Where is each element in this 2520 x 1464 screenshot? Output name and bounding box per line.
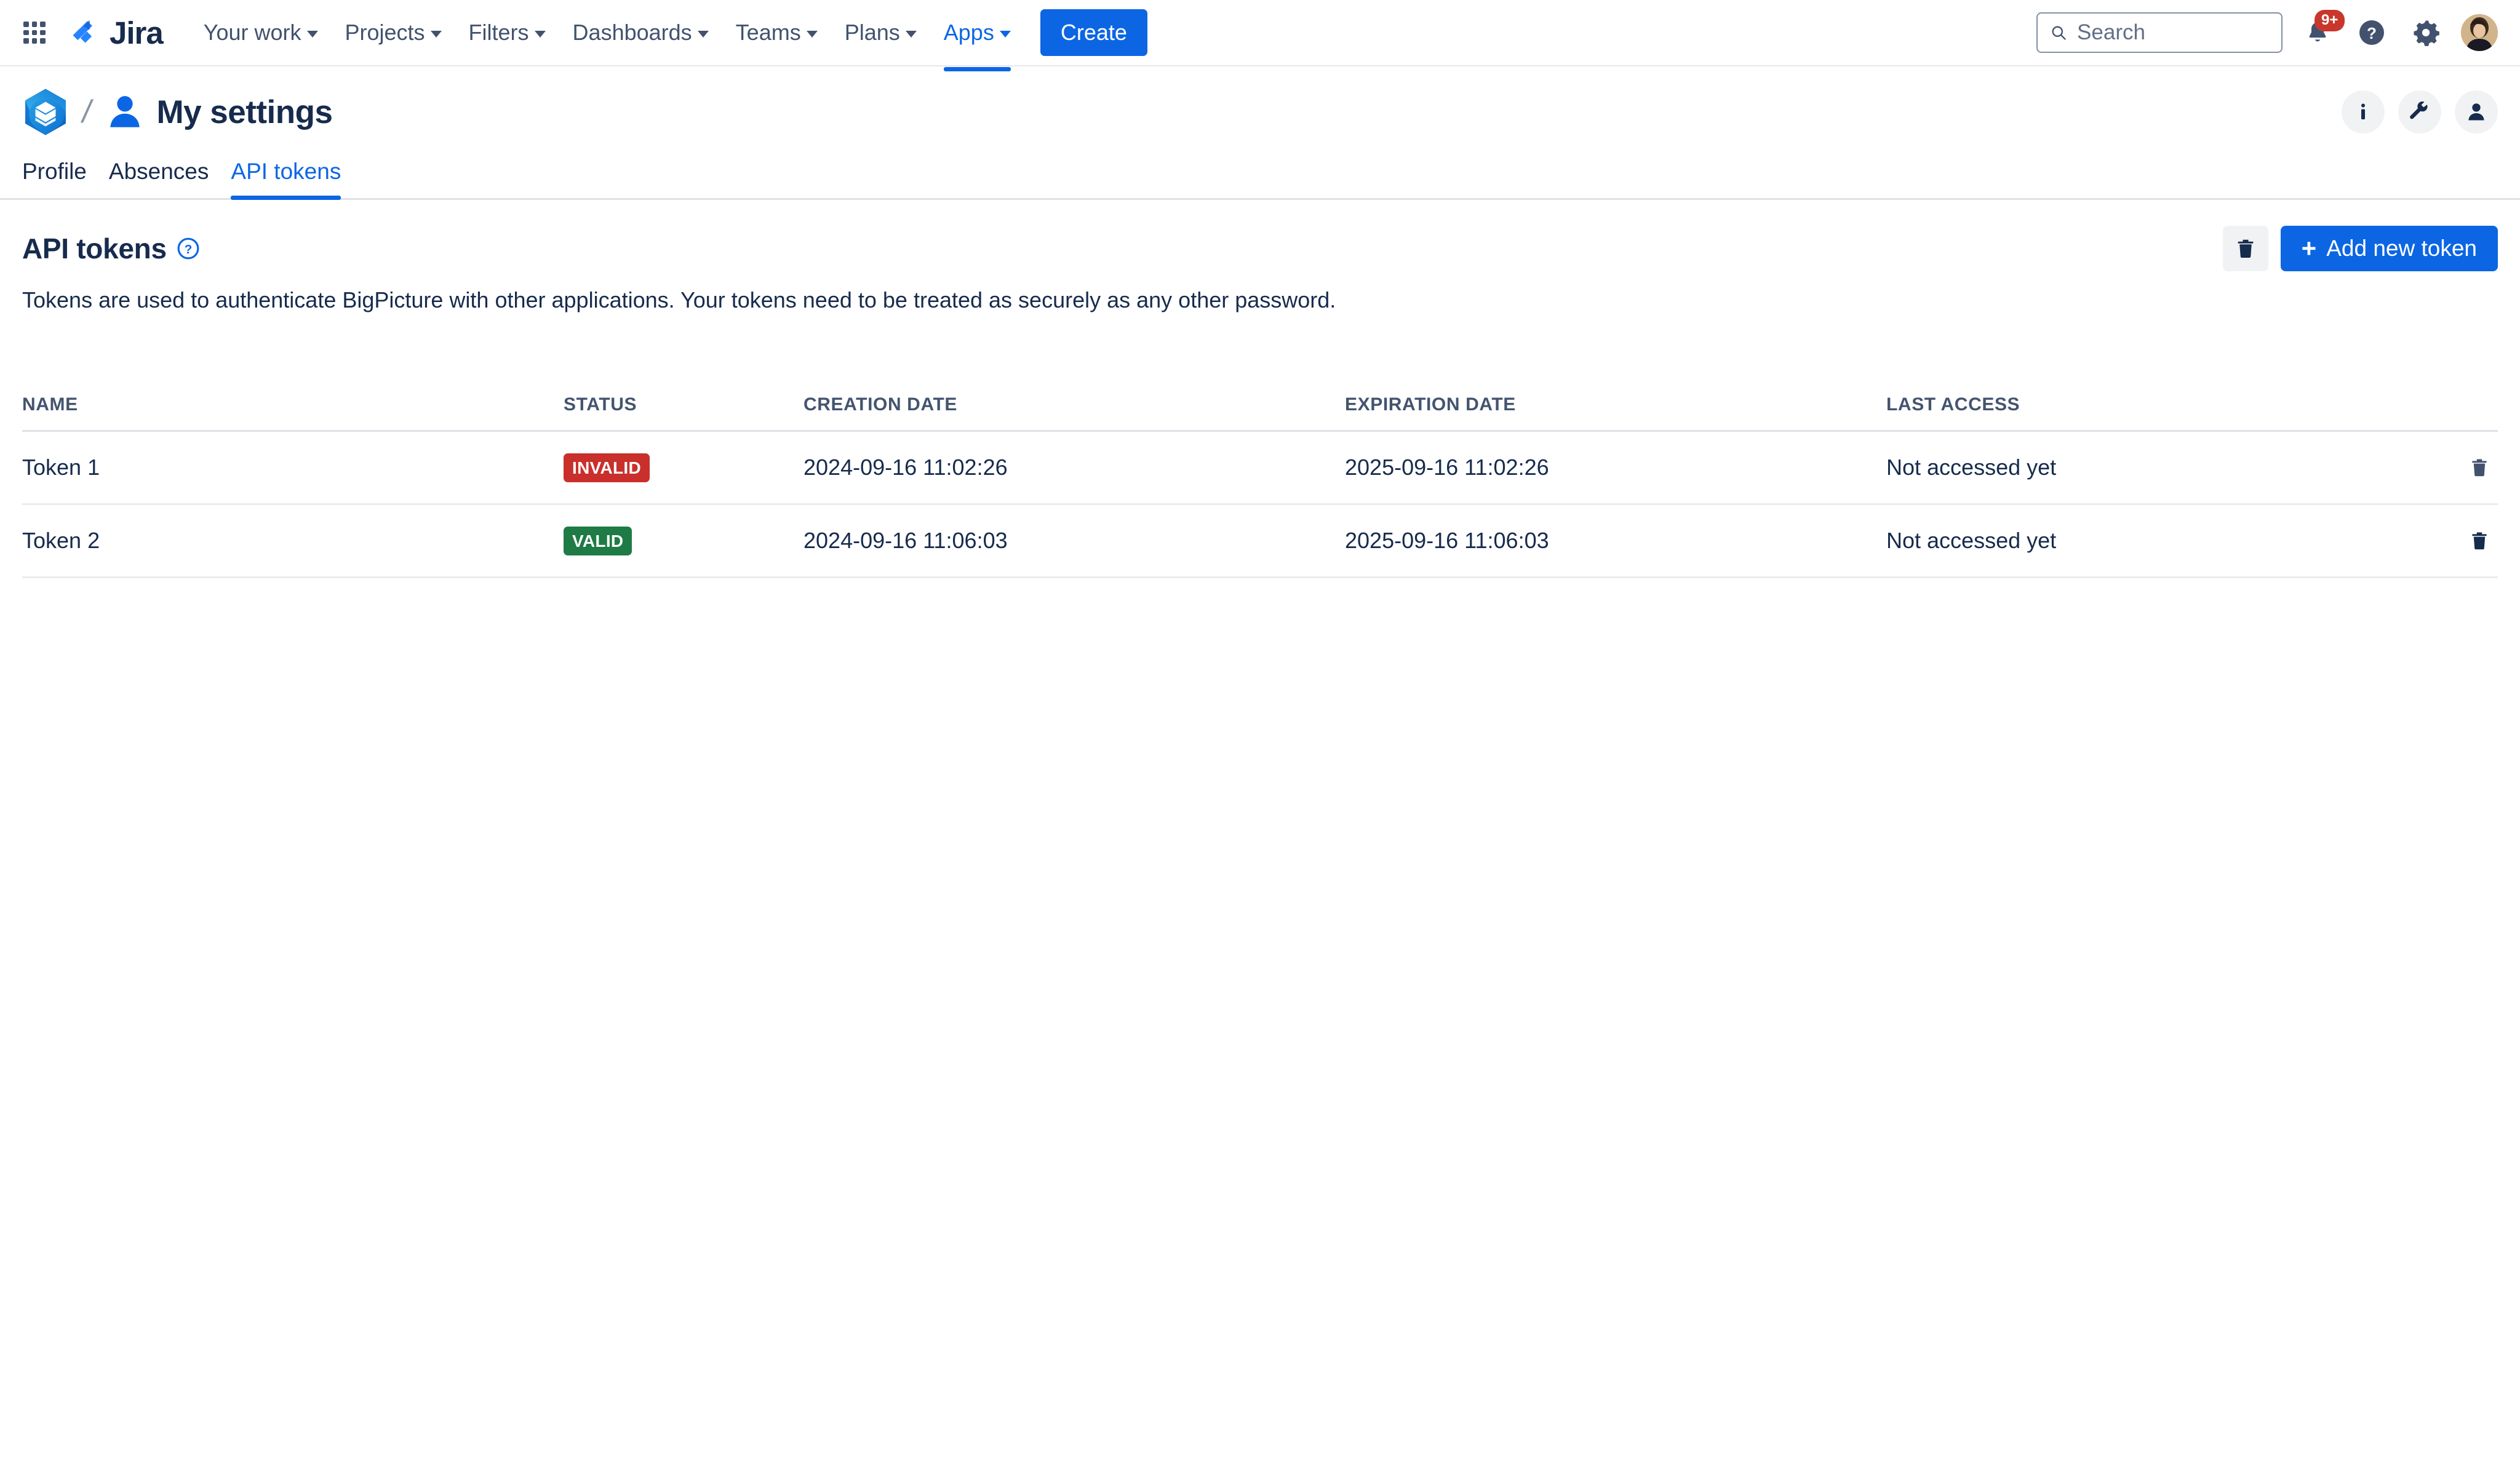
nav-label: Projects: [345, 20, 425, 45]
nav-label: Plans: [844, 20, 900, 45]
help-button[interactable]: ?: [2353, 14, 2391, 52]
person-icon: [2468, 103, 2484, 121]
cell-last-access: Not accessed yet: [1886, 431, 2430, 505]
cell-row-actions: [2430, 431, 2498, 505]
chevron-down-icon: [430, 30, 442, 38]
tab-profile[interactable]: Profile: [22, 155, 98, 198]
tools-button[interactable]: [2398, 90, 2441, 133]
column-header-creation-date: CREATION DATE: [803, 394, 1345, 432]
table-row[interactable]: Token 2 VALID 2024-09-16 11:06:03 2025-0…: [22, 504, 2498, 578]
cell-expiration-date: 2025-09-16 11:02:26: [1345, 431, 1886, 505]
account-button[interactable]: [2455, 90, 2498, 133]
nav-label: Teams: [735, 20, 801, 45]
delete-token-button[interactable]: [2461, 522, 2498, 559]
search-box[interactable]: [2036, 12, 2283, 53]
search-icon: [2052, 26, 2066, 40]
avatar-image: [2461, 14, 2498, 51]
question-circle-icon[interactable]: ?: [177, 237, 200, 260]
add-new-token-button[interactable]: + Add new token: [2280, 226, 2498, 271]
gear-icon: [2414, 20, 2439, 46]
chevron-down-icon: [534, 30, 546, 38]
top-navigation-bar: Jira Your work Projects Filters Dashboar…: [0, 0, 2520, 71]
cell-token-name: Token 2: [22, 504, 564, 578]
tab-api-tokens[interactable]: API tokens: [220, 155, 352, 200]
cell-token-status: VALID: [564, 504, 803, 578]
section-header: API tokens ? + Add new token: [22, 226, 2498, 271]
cell-token-status: INVALID: [564, 431, 803, 505]
table-header: NAME STATUS CREATION DATE EXPIRATION DAT…: [22, 394, 2498, 432]
help-circle-icon: ?: [2359, 20, 2384, 45]
trash-icon: [2472, 459, 2487, 477]
table-header-row: NAME STATUS CREATION DATE EXPIRATION DAT…: [22, 394, 2498, 432]
jira-wordmark: Jira: [110, 15, 164, 50]
cell-expiration-date: 2025-09-16 11:06:03: [1345, 504, 1886, 578]
chevron-down-icon: [806, 30, 818, 38]
section-actions: + Add new token: [2222, 226, 2498, 271]
info-icon: [2361, 103, 2365, 119]
bigpicture-logo: [25, 89, 66, 135]
delete-selected-button[interactable]: [2222, 226, 2268, 271]
search-input[interactable]: [2077, 20, 2269, 45]
settings-button[interactable]: [2407, 14, 2445, 52]
status-badge: VALID: [564, 526, 632, 555]
nav-label: Your work: [203, 20, 301, 45]
nav-item-teams[interactable]: Teams: [722, 10, 831, 55]
add-new-token-label: Add new token: [2326, 236, 2477, 261]
table-row[interactable]: Token 1 INVALID 2024-09-16 11:02:26 2025…: [22, 431, 2498, 505]
notification-count-badge: 9+: [2315, 10, 2345, 31]
person-icon: [110, 96, 140, 127]
trash-icon: [2472, 532, 2487, 550]
wrench-icon: [2410, 101, 2428, 119]
breadcrumb-separator: /: [79, 94, 95, 130]
cell-row-actions: [2430, 504, 2498, 578]
page-header-actions: [2342, 90, 2498, 133]
status-badge: INVALID: [564, 453, 650, 482]
svg-text:?: ?: [2367, 24, 2377, 42]
cell-creation-date: 2024-09-16 11:02:26: [803, 431, 1345, 505]
nav-right-actions: 9+ ?: [2036, 10, 2498, 53]
nav-item-apps[interactable]: Apps: [930, 10, 1024, 71]
nav-label: Apps: [943, 20, 994, 45]
column-header-last-access: LAST ACCESS: [1886, 394, 2430, 432]
notifications-button[interactable]: 9+: [2299, 10, 2345, 52]
column-header-actions: [2430, 394, 2498, 432]
section-title: API tokens: [22, 233, 167, 265]
section-description: Tokens are used to authenticate BigPictu…: [22, 287, 1336, 312]
jira-home-link[interactable]: Jira: [66, 15, 164, 50]
chevron-down-icon: [697, 30, 709, 38]
column-header-status: STATUS: [564, 394, 803, 432]
page-title: My settings: [156, 93, 333, 130]
create-button[interactable]: Create: [1040, 9, 1147, 56]
user-avatar[interactable]: [2461, 14, 2498, 51]
tab-absences[interactable]: Absences: [98, 155, 220, 198]
svg-text:?: ?: [184, 242, 192, 257]
cell-last-access: Not accessed yet: [1886, 504, 2430, 578]
page-header: / My settings: [0, 66, 2520, 155]
delete-token-button[interactable]: [2461, 449, 2498, 486]
chevron-down-icon: [999, 30, 1011, 38]
nav-label: Dashboards: [572, 20, 692, 45]
api-tokens-table: NAME STATUS CREATION DATE EXPIRATION DAT…: [22, 394, 2498, 578]
column-header-name: NAME: [22, 394, 564, 432]
trash-icon: [2238, 239, 2253, 258]
nav-item-plans[interactable]: Plans: [831, 10, 930, 55]
nav-item-your-work[interactable]: Your work: [190, 10, 332, 55]
cell-token-name: Token 1: [22, 431, 564, 505]
column-header-expiration-date: EXPIRATION DATE: [1345, 394, 1886, 432]
cell-creation-date: 2024-09-16 11:06:03: [803, 504, 1345, 578]
chevron-down-icon: [306, 30, 318, 38]
jira-logo-icon: [73, 20, 92, 43]
info-button[interactable]: [2342, 90, 2385, 133]
plus-icon: +: [2301, 234, 2317, 263]
settings-tabs: Profile Absences API tokens: [0, 155, 2520, 200]
chevron-down-icon: [905, 30, 917, 38]
table-body: Token 1 INVALID 2024-09-16 11:02:26 2025…: [22, 431, 2498, 578]
nav-label: Filters: [468, 20, 529, 45]
nav-item-filters[interactable]: Filters: [455, 10, 559, 55]
primary-nav-menu: Your work Projects Filters Dashboards Te…: [190, 10, 1024, 71]
nav-item-dashboards[interactable]: Dashboards: [559, 10, 722, 55]
grid-apps-icon[interactable]: [16, 14, 53, 51]
main-content: API tokens ? + Add new token Tokens are …: [0, 226, 2520, 578]
nav-item-projects[interactable]: Projects: [332, 10, 455, 55]
